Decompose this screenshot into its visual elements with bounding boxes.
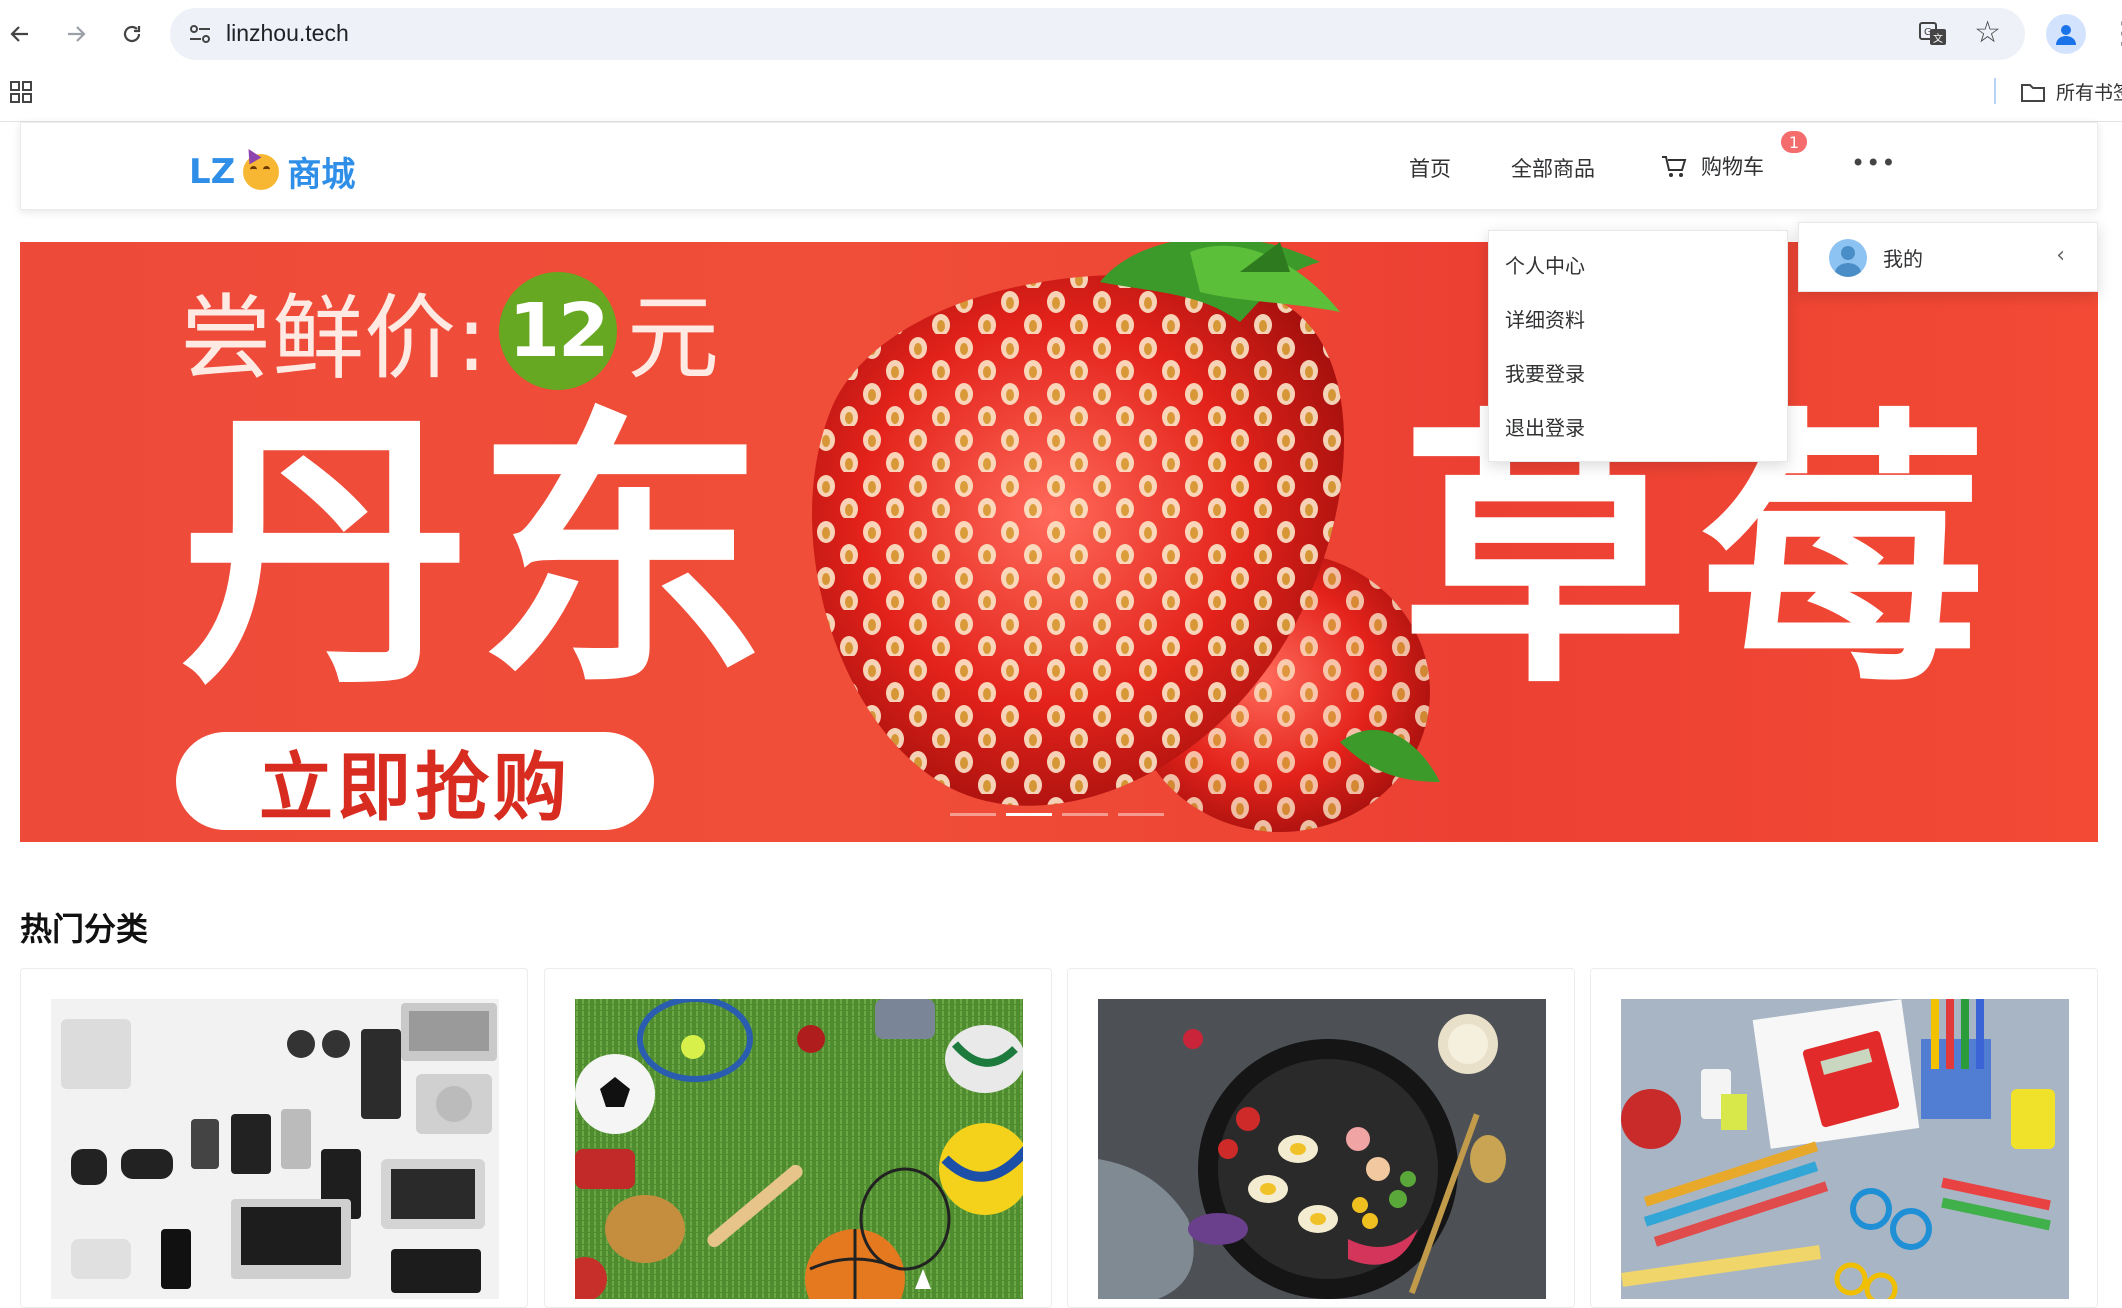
translate-icon[interactable]: G 文 [1917, 18, 1949, 50]
bookmarks-bar: 所有书签 [0, 68, 2122, 122]
my-account-submenu[interactable]: 我的 ‹ [1798, 222, 2098, 292]
electronics-flatlay-image [51, 999, 499, 1299]
user-dropdown-menu: 个人中心 详细资料 我要登录 退出登录 [1488, 230, 1788, 462]
banner-price-line: 尝鲜价: 12 元 [180, 264, 719, 397]
carousel-indicator[interactable] [1062, 813, 1108, 816]
price-prefix: 尝鲜价: [180, 285, 487, 392]
bookmark-star-icon[interactable]: ☆ [1974, 16, 2001, 50]
more-menu-icon[interactable]: ••• [1851, 149, 1896, 177]
price-unit: 元 [627, 285, 720, 392]
user-avatar [1829, 239, 1867, 277]
cart-count-badge: 1 [1779, 129, 1809, 155]
nav-all-products[interactable]: 全部商品 [1511, 153, 1595, 183]
nav-home[interactable]: 首页 [1409, 153, 1451, 183]
address-bar[interactable]: linzhou.tech G 文 ☆ [170, 8, 2025, 60]
menu-item-profile-center[interactable]: 个人中心 [1489, 239, 1787, 293]
shopping-cart-icon [1662, 156, 1687, 177]
bookmarks-separator [1994, 78, 1996, 104]
back-button[interactable] [0, 14, 40, 54]
chevron-left-icon: ‹ [2056, 243, 2065, 268]
apps-grid-icon[interactable] [9, 80, 33, 104]
logo-text: LZ [189, 151, 236, 192]
strawberry-image [812, 242, 1440, 832]
browser-menu-icon[interactable]: ⋮ [2108, 14, 2122, 54]
carousel-indicator-active[interactable] [1006, 813, 1052, 816]
svg-text:G: G [1924, 27, 1932, 38]
carousel-indicator[interactable] [1118, 813, 1164, 816]
arrow-left-icon [10, 26, 28, 42]
page-content: LZ 商城 首页 全部商品 购物车 1 ••• 个人中心 详细资料 我要登录 退… [0, 122, 2122, 1308]
stationery-image [1621, 999, 2069, 1299]
cart-label: 购物车 [1701, 155, 1764, 179]
all-bookmarks-folder[interactable]: 所有书签 [2020, 78, 2122, 105]
category-card-tech[interactable] [20, 968, 528, 1308]
menu-item-logout[interactable]: 退出登录 [1489, 401, 1787, 455]
folder-icon [2021, 83, 2045, 102]
profile-button[interactable] [2046, 14, 2086, 54]
party-face-icon [243, 154, 280, 190]
buy-now-button[interactable]: 立即抢购 [176, 732, 654, 831]
carousel-indicators [950, 813, 1164, 816]
reload-icon [123, 25, 141, 43]
carousel-indicator[interactable] [950, 813, 996, 816]
site-settings-icon[interactable] [186, 20, 214, 48]
sports-equipment-image [575, 999, 1023, 1299]
hot-categories-title: 热门分类 [20, 910, 149, 948]
site-header: LZ 商城 首页 全部商品 购物车 1 ••• [20, 122, 2098, 210]
salad-plate-image [1098, 999, 1546, 1299]
nav-cart[interactable]: 购物车 [1661, 151, 1764, 181]
url-text[interactable]: linzhou.tech [226, 20, 349, 47]
category-card-food[interactable] [1067, 968, 1575, 1308]
price-value: 12 [499, 271, 617, 390]
reload-button[interactable] [112, 14, 152, 54]
category-card-office[interactable] [1590, 968, 2098, 1308]
category-card-sports[interactable] [544, 968, 1052, 1308]
browser-toolbar: linzhou.tech G 文 ☆ ⋮ [0, 0, 2122, 68]
my-account-label: 我的 [1883, 247, 1923, 271]
forward-button[interactable] [56, 14, 96, 54]
site-logo[interactable]: LZ 商城 [189, 147, 355, 196]
person-icon [2056, 25, 2076, 45]
all-bookmarks-label: 所有书签 [2056, 82, 2122, 104]
logo-suffix: 商城 [287, 155, 356, 195]
buy-now-label: 立即抢购 [259, 744, 571, 831]
menu-item-details[interactable]: 详细资料 [1489, 293, 1787, 347]
menu-item-login[interactable]: 我要登录 [1489, 347, 1787, 401]
svg-text:文: 文 [1933, 32, 1943, 45]
arrow-right-icon [68, 26, 86, 42]
banner-title-left: 丹东 [180, 386, 772, 723]
